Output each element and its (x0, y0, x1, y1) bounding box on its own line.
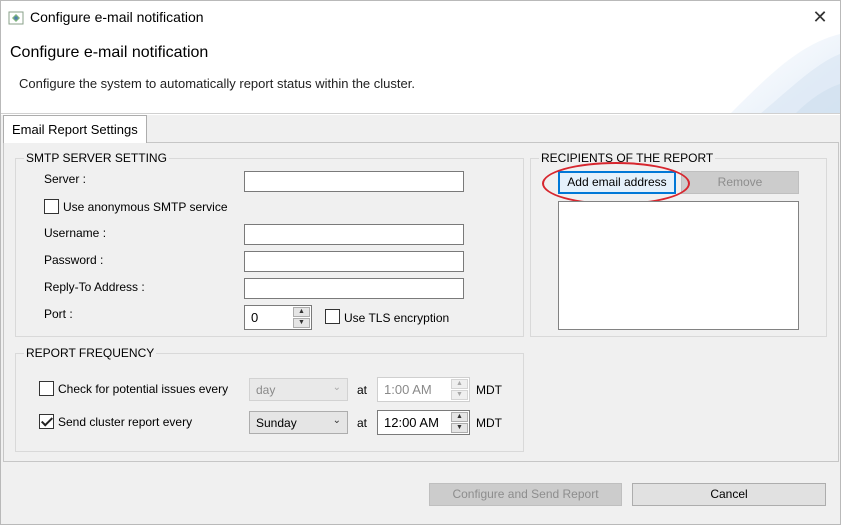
password-input[interactable] (244, 251, 464, 272)
banner-decoration (731, 34, 840, 113)
smtp-group-legend: SMTP SERVER SETTING (24, 151, 169, 165)
issues-time-value: 1:00 AM (384, 382, 432, 397)
close-icon[interactable]: ✕ (807, 4, 833, 30)
recipients-list[interactable] (558, 201, 799, 330)
reply-to-input[interactable] (244, 278, 464, 299)
recipients-group-legend: RECIPIENTS OF THE REPORT (539, 151, 716, 165)
port-increment-icon[interactable]: ▲ (293, 307, 310, 317)
anonymous-smtp-label: Use anonymous SMTP service (63, 200, 228, 214)
report-time-spin-buttons: ▲ ▼ (451, 412, 468, 433)
report-period-value: Sunday (256, 416, 297, 430)
port-spin-buttons: ▲ ▼ (293, 307, 310, 328)
report-at-label: at (357, 416, 368, 430)
report-frequency-group: REPORT FREQUENCY (15, 346, 524, 452)
issues-time-spin-buttons: ▲ ▼ (451, 379, 468, 400)
anonymous-smtp-checkbox[interactable] (44, 199, 59, 214)
username-input[interactable] (244, 224, 464, 245)
dialog-window: Configure e-mail notification ✕ Configur… (0, 0, 841, 525)
tls-checkbox[interactable] (325, 309, 340, 324)
tls-label: Use TLS encryption (344, 311, 450, 325)
send-report-checkbox[interactable] (39, 414, 54, 429)
chevron-down-icon: ⌄ (332, 415, 341, 426)
issues-timezone: MDT (476, 383, 502, 397)
send-report-label: Send cluster report every (58, 415, 193, 429)
port-spinner[interactable]: 0 ▲ ▼ (244, 305, 312, 330)
report-time-spinner[interactable]: 12:00 AM ▲ ▼ (377, 410, 470, 435)
server-label: Server : (44, 172, 87, 186)
report-time-increment-icon[interactable]: ▲ (451, 412, 468, 422)
app-icon (8, 11, 24, 25)
issues-period-select[interactable]: day ⌄ (249, 378, 348, 401)
issues-time-spinner[interactable]: 1:00 AM ▲ ▼ (377, 377, 470, 402)
report-time-value: 12:00 AM (384, 415, 439, 430)
header-description: Configure the system to automatically re… (19, 76, 415, 91)
port-label: Port : (44, 307, 73, 321)
reply-to-label: Reply-To Address : (44, 280, 145, 294)
check-issues-label: Check for potential issues every (58, 382, 229, 396)
issues-time-decrement-icon[interactable]: ▼ (451, 390, 468, 400)
port-value: 0 (251, 310, 259, 325)
report-period-select[interactable]: Sunday ⌄ (249, 411, 348, 434)
issues-at-label: at (357, 383, 368, 397)
configure-send-report-button[interactable]: Configure and Send Report (429, 483, 622, 506)
report-time-decrement-icon[interactable]: ▼ (451, 423, 468, 433)
chevron-down-icon: ⌄ (332, 382, 341, 393)
remove-button[interactable]: Remove (681, 171, 799, 194)
window-title: Configure e-mail notification (30, 9, 204, 25)
issues-time-increment-icon[interactable]: ▲ (451, 379, 468, 389)
password-label: Password : (44, 253, 104, 267)
dialog-header: Configure e-mail notification Configure … (1, 34, 840, 114)
port-decrement-icon[interactable]: ▼ (293, 318, 310, 328)
header-title: Configure e-mail notification (10, 44, 209, 61)
issues-period-value: day (256, 383, 276, 397)
username-label: Username : (44, 226, 107, 240)
cancel-button[interactable]: Cancel (632, 483, 826, 506)
add-email-button[interactable]: Add email address (558, 171, 676, 194)
server-input[interactable] (244, 171, 464, 192)
frequency-group-legend: REPORT FREQUENCY (24, 346, 157, 360)
title-bar: Configure e-mail notification ✕ (1, 1, 840, 34)
tab-email-report-settings[interactable]: Email Report Settings (3, 115, 147, 143)
check-issues-checkbox[interactable] (39, 381, 54, 396)
report-timezone: MDT (476, 416, 502, 430)
